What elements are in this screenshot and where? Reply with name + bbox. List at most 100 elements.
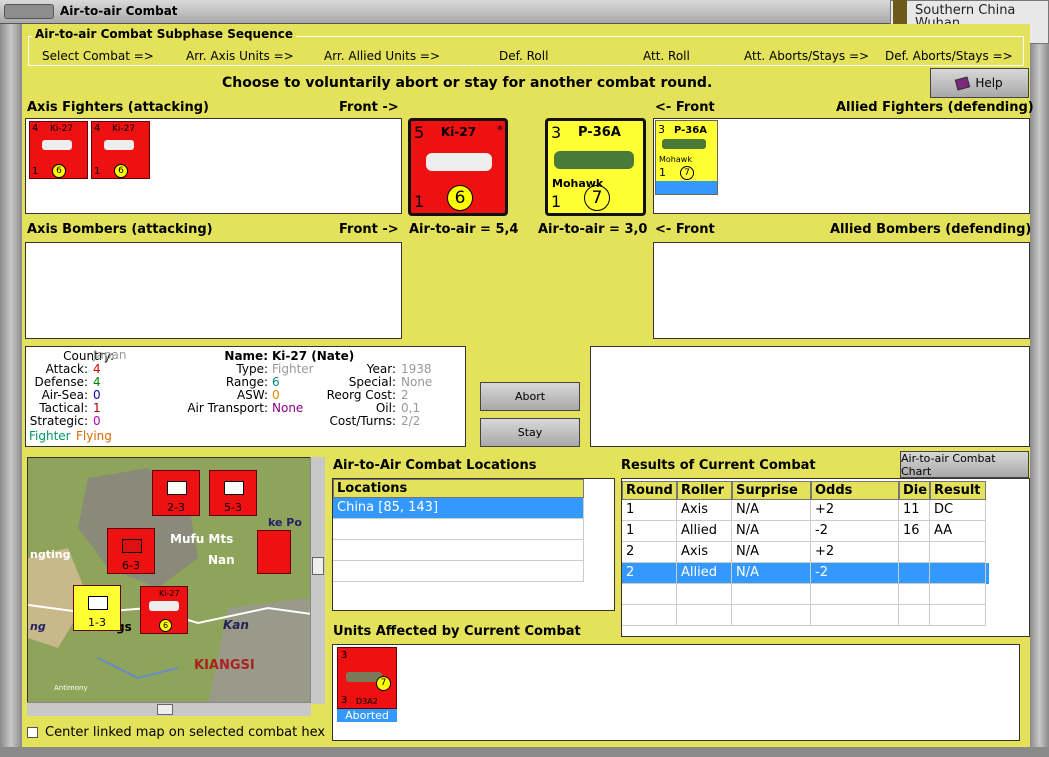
plane-icon: [554, 151, 634, 169]
map-vscroll-thumb[interactable]: [312, 557, 324, 575]
map-horizontal-scrollbar[interactable]: [27, 702, 311, 716]
location-row-empty: [333, 561, 584, 582]
allied-bomb-front-label: <- Front: [655, 222, 715, 237]
results-row[interactable]: 2 Allied N/A -2: [622, 563, 989, 584]
infantry-icon: [88, 596, 108, 610]
seq-step-defaborts: Def. Aborts/Stays =>: [885, 49, 1013, 63]
plane-icon: [149, 601, 179, 611]
location-row-empty: [333, 540, 584, 561]
seq-step-attaborts: Att. Aborts/Stays =>: [744, 49, 870, 63]
results-row[interactable]: 1 Axis N/A +2 11 DC: [622, 500, 989, 521]
message-panel: [590, 346, 1030, 447]
selection-bar: [656, 181, 717, 194]
map-label-nan: Nan: [208, 553, 235, 567]
results-cell: 16: [899, 521, 930, 542]
map-label-ngting: ngting: [30, 548, 71, 561]
results-cell: -2: [811, 563, 899, 584]
affected-title: Units Affected by Current Combat: [333, 624, 581, 639]
results-row-empty: [622, 605, 989, 626]
hex-map[interactable]: Mufu Mts KIANGSI Kan Nan ke Po ngting ng…: [27, 457, 325, 704]
results-cell: 2: [622, 563, 677, 584]
infantry-icon: [122, 539, 142, 553]
location-row[interactable]: China [85, 143]: [333, 498, 584, 519]
window-title: Air-to-air Combat: [60, 4, 178, 18]
help-book-icon: [955, 76, 971, 90]
right-frame: [1030, 44, 1049, 757]
map-counter-ki27[interactable]: Ki-27 6: [140, 586, 188, 634]
results-cell: 2: [622, 542, 677, 563]
plane-icon: [42, 140, 72, 150]
plane-icon: [662, 139, 706, 149]
results-row-empty: [622, 584, 989, 605]
infantry-icon: [167, 481, 187, 495]
map-counter-chinese[interactable]: 1-3: [73, 585, 121, 631]
results-cell: +2: [811, 542, 899, 563]
results-title: Results of Current Combat: [621, 458, 816, 473]
results-row[interactable]: 2 Axis N/A +2: [622, 542, 989, 563]
map-counter-d3a2[interactable]: [257, 530, 291, 574]
map-counter-army-1[interactable]: 5-3: [209, 470, 257, 516]
active-axis-unit[interactable]: 5 Ki-27 * 1 6: [408, 118, 508, 216]
map-label-mufu: Mufu Mts: [170, 532, 234, 546]
chart-button[interactable]: Air-to-air Combat Chart: [900, 451, 1029, 478]
results-header-cell: Die: [899, 481, 930, 500]
allied-bombers-panel[interactable]: [653, 242, 1030, 339]
results-cell: Allied: [677, 563, 732, 584]
map-counter-army-2[interactable]: 6-3: [107, 528, 155, 574]
map-vertical-scrollbar[interactable]: [310, 457, 325, 704]
seq-step-defroll: Def. Roll: [499, 49, 549, 63]
location-row-empty: [333, 519, 584, 540]
system-menu-button[interactable]: [4, 4, 54, 19]
results-header-cell: Result: [930, 481, 986, 500]
results-cell: DC: [930, 500, 986, 521]
results-cell: 1: [622, 521, 677, 542]
center-map-checkbox[interactable]: [27, 727, 38, 738]
infantry-icon: [224, 481, 244, 495]
results-cell: Axis: [677, 500, 732, 521]
locations-list[interactable]: Locations China [85, 143]: [332, 478, 615, 611]
locations-header: Locations: [333, 479, 584, 498]
seq-step-allied: Arr. Allied Units =>: [324, 49, 441, 63]
results-header-cell: Roller: [677, 481, 732, 500]
map-label-kan: Kan: [223, 618, 249, 632]
results-cell: N/A: [732, 563, 811, 584]
results-cell: N/A: [732, 542, 811, 563]
ki27-counter-2[interactable]: 4 Ki-27 1 6: [91, 121, 150, 179]
results-cell: Allied: [677, 521, 732, 542]
aborted-status: Aborted: [337, 709, 397, 722]
results-cell: [899, 542, 930, 563]
left-frame: [0, 24, 22, 757]
sequence-title: Air-to-air Combat Subphase Sequence: [32, 27, 297, 41]
active-allied-unit[interactable]: 3 P-36A Mohawk 1 7: [545, 118, 646, 216]
affected-panel: [332, 644, 1020, 741]
allied-front-label: <- Front: [655, 100, 715, 115]
results-row[interactable]: 1 Allied N/A -2 16 AA: [622, 521, 989, 542]
ki27-counter-1[interactable]: 4 Ki-27 1 6: [29, 121, 88, 179]
map-label-kiangsi: KIANGSI: [194, 658, 255, 673]
results-header-cell: Odds: [811, 481, 899, 500]
axis-bombers-panel[interactable]: [25, 242, 402, 339]
stay-button[interactable]: Stay: [480, 418, 580, 447]
plane-icon: [104, 140, 134, 150]
map-label-antimony: Antimony: [54, 684, 88, 692]
help-button[interactable]: Help: [930, 68, 1029, 98]
results-cell: N/A: [732, 521, 811, 542]
prompt-text: Choose to voluntarily abort or stay for …: [222, 75, 713, 91]
allied-fighters-label: Allied Fighters (defending): [836, 100, 1034, 115]
bottom-frame: [0, 747, 1049, 757]
axis-front-label: Front ->: [339, 100, 399, 115]
map-label-ng: ng: [30, 620, 46, 633]
p36-counter[interactable]: 3 P-36A Mohawk 1 7: [655, 120, 718, 195]
plane-icon: [426, 153, 492, 171]
results-cell: [930, 563, 986, 584]
map-hscroll-thumb[interactable]: [157, 704, 173, 715]
map-counter-corps-1[interactable]: 2-3: [152, 470, 200, 516]
affected-unit-counter[interactable]: 3 7 D3A2 3: [337, 647, 397, 709]
unit-info-panel: Country: Japan Attack: 4 Defense: 4 Air-…: [25, 346, 466, 447]
seq-step-select: Select Combat =>: [42, 49, 154, 63]
locations-title: Air-to-Air Combat Locations: [333, 458, 537, 473]
abort-button[interactable]: Abort: [480, 382, 580, 411]
results-cell: AA: [930, 521, 986, 542]
results-header-cell: Round: [622, 481, 677, 500]
center-map-label: Center linked map on selected combat hex: [45, 725, 326, 740]
